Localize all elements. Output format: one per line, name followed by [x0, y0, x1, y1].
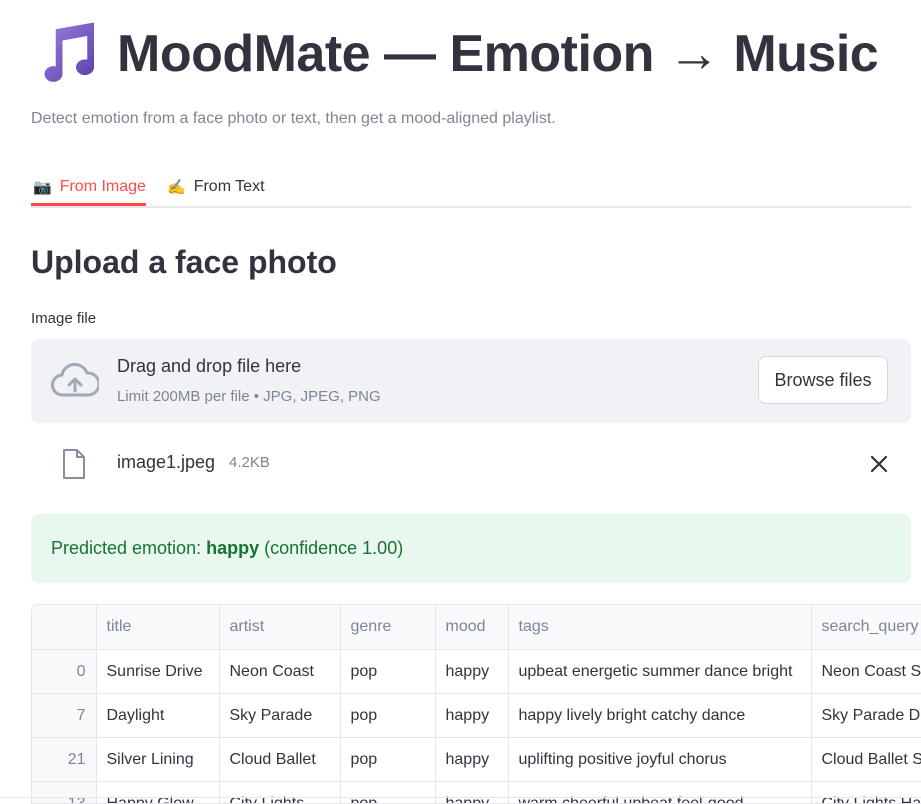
table-cell: happy — [435, 650, 508, 694]
table-row[interactable]: 0 Sunrise Drive Neon Coast pop happy upb… — [32, 650, 921, 694]
prediction-text: Predicted emotion: happy (confidence 1.0… — [51, 538, 403, 559]
tab-from-text[interactable]: ✍️ From Text — [167, 170, 265, 204]
column-header[interactable]: mood — [435, 605, 508, 650]
tab-label: From Image — [60, 178, 146, 196]
camera-icon: 📷 — [33, 178, 52, 196]
prediction-prefix: Predicted emotion: — [51, 538, 206, 558]
table-cell: Sky Parade Daylight — [811, 694, 921, 738]
uploaded-file-name: image1.jpeg — [117, 452, 215, 473]
table-cell: Sunrise Drive — [96, 650, 219, 694]
dropzone-limit: Limit 200MB per file • JPG, JPEG, PNG — [117, 388, 381, 405]
predicted-emotion: happy — [206, 538, 259, 558]
row-index: 7 — [32, 694, 96, 738]
table-cell: Cloud Ballet Silver Lining — [811, 738, 921, 782]
app-header: MoodMate — Emotion → Music — [31, 18, 878, 90]
column-header[interactable]: artist — [219, 605, 340, 650]
table-cell: happy lively bright catchy dance — [508, 694, 811, 738]
file-dropzone[interactable]: Drag and drop file here Limit 200MB per … — [31, 339, 911, 423]
tab-label: From Text — [194, 178, 265, 196]
table-cell: happy — [435, 738, 508, 782]
uploaded-file-row: image1.jpeg 4.2KB — [31, 440, 911, 488]
column-header[interactable]: tags — [508, 605, 811, 650]
table-row[interactable]: 13 Happy Glow City Lights pop happy warm… — [32, 782, 921, 804]
table-cell: pop — [340, 694, 435, 738]
table-cell: Daylight — [96, 694, 219, 738]
table-cell: Cloud Ballet — [219, 738, 340, 782]
table-cell: pop — [340, 650, 435, 694]
playlist-table[interactable]: title artist genre mood tags search_quer… — [31, 604, 921, 804]
page-subtitle: Detect emotion from a face photo or text… — [31, 110, 556, 128]
divider — [0, 797, 921, 798]
table-cell: uplifting positive joyful chorus — [508, 738, 811, 782]
active-tab-indicator — [31, 203, 146, 206]
file-icon — [61, 448, 87, 480]
table-cell: Happy Glow — [96, 782, 219, 804]
table-cell: pop — [340, 738, 435, 782]
browse-files-button[interactable]: Browse files — [758, 356, 888, 404]
cloud-upload-icon — [51, 363, 99, 399]
prediction-confidence: (confidence 1.00) — [259, 538, 403, 558]
tab-from-image[interactable]: 📷 From Image — [33, 170, 146, 204]
close-icon[interactable] — [865, 450, 893, 478]
row-index: 13 — [32, 782, 96, 804]
prediction-alert: Predicted emotion: happy (confidence 1.0… — [31, 514, 911, 583]
table-row[interactable]: 21 Silver Lining Cloud Ballet pop happy … — [32, 738, 921, 782]
table-cell: City Lights Happy Glow — [811, 782, 921, 804]
table-cell: happy — [435, 782, 508, 804]
section-title: Upload a face photo — [31, 244, 337, 281]
table-cell: Neon Coast — [219, 650, 340, 694]
column-header[interactable]: search_query — [811, 605, 921, 650]
table-cell: Silver Lining — [96, 738, 219, 782]
writing-hand-icon: ✍️ — [167, 178, 186, 196]
table-cell: Sky Parade — [219, 694, 340, 738]
column-header[interactable]: genre — [340, 605, 435, 650]
row-index: 21 — [32, 738, 96, 782]
dropzone-instructions: Drag and drop file here — [117, 356, 301, 377]
image-file-label: Image file — [31, 310, 96, 327]
column-header[interactable]: title — [96, 605, 219, 650]
uploaded-file-size: 4.2KB — [229, 454, 270, 471]
table-cell: pop — [340, 782, 435, 804]
table-cell: happy — [435, 694, 508, 738]
table-cell: City Lights — [219, 782, 340, 804]
row-index: 0 — [32, 650, 96, 694]
table-cell: upbeat energetic summer dance bright — [508, 650, 811, 694]
tab-bar: 📷 From Image ✍️ From Text — [31, 160, 911, 208]
table-row[interactable]: 7 Daylight Sky Parade pop happy happy li… — [32, 694, 921, 738]
page-title: MoodMate — Emotion → Music — [117, 24, 878, 84]
table-cell: warm cheerful upbeat feel-good — [508, 782, 811, 804]
table-cell: Neon Coast Sunrise Drive — [811, 650, 921, 694]
index-header — [32, 605, 96, 650]
music-note-icon — [31, 18, 103, 90]
table-header-row: title artist genre mood tags search_quer… — [32, 605, 921, 650]
